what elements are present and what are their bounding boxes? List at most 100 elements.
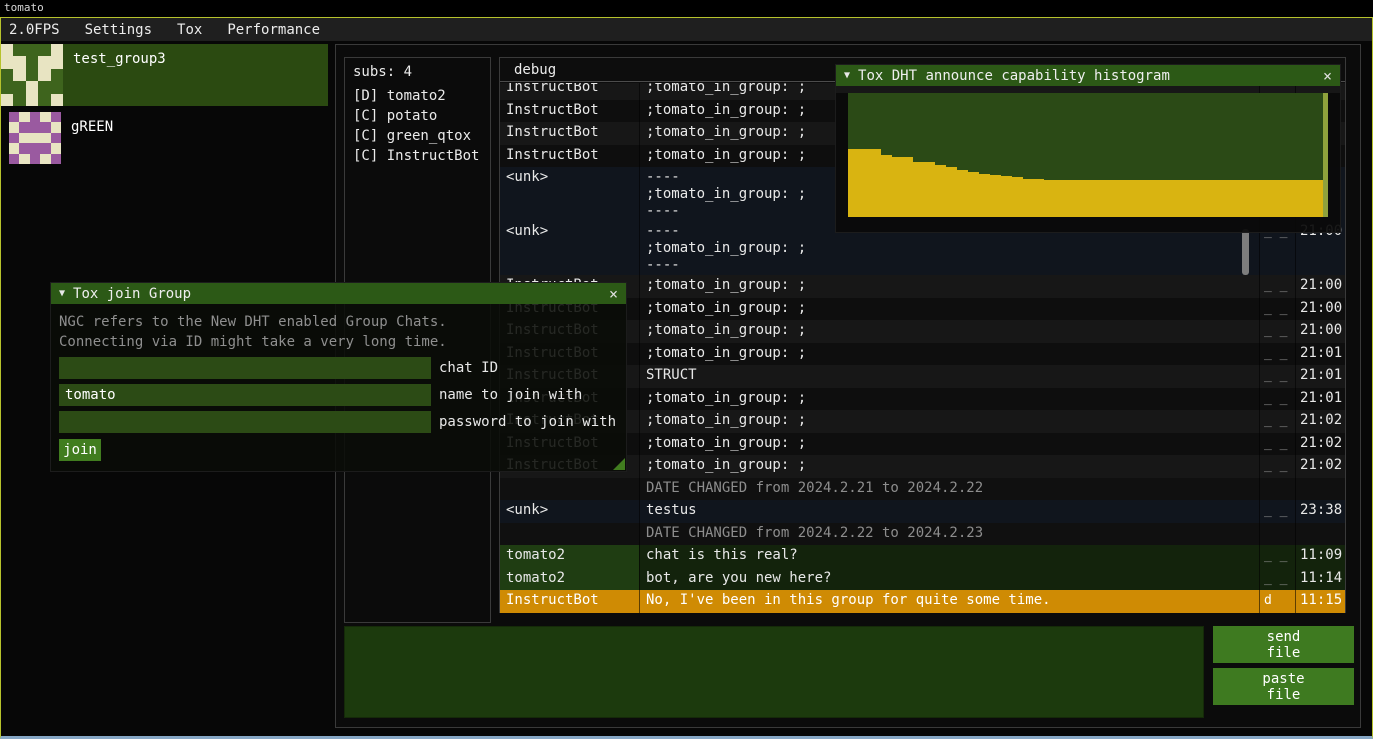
- menu-bar: 2.0FPSSettingsToxPerformance: [1, 18, 1372, 41]
- histogram-bar: [859, 149, 870, 217]
- collapse-icon[interactable]: ▼: [59, 288, 65, 299]
- histogram-bar: [1197, 180, 1208, 217]
- histogram-bar: [1208, 180, 1219, 217]
- join-info-line-2: Connecting via ID might take a very long…: [59, 332, 618, 352]
- message-text: DATE CHANGED from 2024.2.21 to 2024.2.22: [639, 478, 1259, 501]
- histogram-bar: [1012, 177, 1023, 217]
- histogram-bar: [924, 162, 935, 217]
- histogram-bar: [881, 155, 892, 217]
- menu-item-settings[interactable]: Settings: [85, 19, 165, 41]
- paste-file-button[interactable]: paste file: [1213, 668, 1354, 705]
- window-title: tomato: [4, 1, 44, 14]
- histogram-bar: [1023, 179, 1034, 217]
- message-text: ;tomato_in_group: ;: [639, 455, 1259, 478]
- message-timestamp: 11:09: [1295, 545, 1345, 568]
- message-status-flags: _ _: [1259, 343, 1295, 366]
- message-status-flags: _ _: [1259, 410, 1295, 433]
- message-text: bot, are you new here?: [639, 568, 1259, 591]
- histogram-bar: [1055, 180, 1066, 217]
- message-sender: <unk>: [500, 167, 639, 221]
- menu-item-tox[interactable]: Tox: [177, 19, 215, 41]
- message-text: DATE CHANGED from 2024.2.22 to 2024.2.23: [639, 523, 1259, 546]
- app-window: tomato 2.0FPSSettingsToxPerformance test…: [0, 0, 1373, 739]
- histogram-bar: [1088, 180, 1099, 217]
- message-row[interactable]: <unk>testus_ _23:38: [500, 500, 1345, 523]
- histogram-bar: [1044, 180, 1055, 217]
- histogram-bar: [1230, 180, 1241, 217]
- message-sender: tomato2: [500, 568, 639, 591]
- join-name-input[interactable]: [59, 384, 431, 406]
- message-input[interactable]: [344, 626, 1204, 718]
- date-separator-row[interactable]: DATE CHANGED from 2024.2.21 to 2024.2.22: [500, 478, 1345, 501]
- histogram-bar: [870, 149, 881, 217]
- histogram-bar: [935, 165, 946, 217]
- message-sender: InstructBot: [500, 122, 639, 145]
- group-item-test_group3[interactable]: test_group3: [1, 44, 328, 106]
- histogram-bar: [1219, 180, 1230, 217]
- histogram-bar: [892, 157, 903, 217]
- histogram-bar: [990, 175, 1001, 217]
- histogram-bar: [1099, 180, 1110, 217]
- histogram-bar: [1110, 180, 1121, 217]
- date-separator-row[interactable]: DATE CHANGED from 2024.2.22 to 2024.2.23: [500, 523, 1345, 546]
- close-icon[interactable]: ×: [609, 285, 618, 303]
- member-item[interactable]: [C] green_qtox: [345, 126, 490, 146]
- message-timestamp: 23:38: [1295, 500, 1345, 523]
- resize-grip[interactable]: [613, 458, 625, 470]
- message-timestamp: 21:01: [1295, 365, 1345, 388]
- message-timestamp: 21:01: [1295, 343, 1345, 366]
- member-item[interactable]: [C] potato: [345, 106, 490, 126]
- message-sender: [500, 523, 639, 546]
- histogram-bar: [1164, 180, 1175, 217]
- histogram-bar: [903, 157, 914, 217]
- histogram-window-titlebar[interactable]: ▼ Tox DHT announce capability histogram …: [836, 65, 1340, 86]
- join-button[interactable]: join: [59, 439, 101, 461]
- message-timestamp: 21:02: [1295, 410, 1345, 433]
- tab-debug[interactable]: debug: [514, 62, 556, 78]
- message-row[interactable]: InstructBotNo, I've been in this group f…: [500, 590, 1345, 613]
- collapse-icon[interactable]: ▼: [844, 70, 850, 81]
- message-text: ;tomato_in_group: ;: [639, 320, 1259, 343]
- chat-scrollbar-thumb[interactable]: [1242, 229, 1249, 275]
- histogram-plot[interactable]: [848, 93, 1328, 217]
- message-status-flags: _ _: [1259, 365, 1295, 388]
- message-sender: <unk>: [500, 500, 639, 523]
- histogram-bar: [1252, 180, 1263, 217]
- join-window-titlebar[interactable]: ▼ Tox join Group ×: [51, 283, 626, 304]
- close-icon[interactable]: ×: [1323, 67, 1332, 85]
- window-titlebar[interactable]: tomato: [0, 0, 1373, 17]
- member-item[interactable]: [D] tomato2: [345, 86, 490, 106]
- join-name-label: name to join with: [439, 387, 582, 403]
- message-timestamp: 21:00: [1295, 320, 1345, 343]
- message-status-flags: [1259, 478, 1295, 501]
- message-text: No, I've been in this group for quite so…: [639, 590, 1259, 613]
- message-timestamp: 21:00: [1295, 298, 1345, 321]
- message-timestamp: 21:02: [1295, 455, 1345, 478]
- join-password-input[interactable]: [59, 411, 431, 433]
- histogram-bar: [946, 167, 957, 217]
- message-text: ;tomato_in_group: ;: [639, 388, 1259, 411]
- chat-id-input[interactable]: [59, 357, 431, 379]
- menu-item-performance[interactable]: Performance: [227, 19, 333, 41]
- message-status-flags: _ _: [1259, 388, 1295, 411]
- message-row[interactable]: tomato2bot, are you new here?_ _11:14: [500, 568, 1345, 591]
- member-item[interactable]: [C] InstructBot: [345, 146, 490, 166]
- histogram-bar: [1175, 180, 1186, 217]
- histogram-bar: [1186, 180, 1197, 217]
- message-sender: InstructBot: [500, 590, 639, 613]
- message-status-flags: _ _: [1259, 545, 1295, 568]
- message-status-flags: d: [1259, 590, 1295, 613]
- message-row[interactable]: tomato2chat is this real?_ _11:09: [500, 545, 1345, 568]
- message-timestamp: 21:02: [1295, 433, 1345, 456]
- histogram-bar: [848, 149, 859, 217]
- message-status-flags: _ _: [1259, 320, 1295, 343]
- group-item-gREEN[interactable]: gREEN: [1, 110, 328, 166]
- message-sender: <unk>: [500, 221, 639, 275]
- message-timestamp: 21:01: [1295, 388, 1345, 411]
- send-file-button[interactable]: send file: [1213, 626, 1354, 663]
- member-list: [D] tomato2[C] potato[C] green_qtox[C] I…: [345, 86, 490, 166]
- join-info-line-1: NGC refers to the New DHT enabled Group …: [59, 312, 618, 332]
- histogram-bar: [1273, 180, 1284, 217]
- message-status-flags: _ _: [1259, 298, 1295, 321]
- histogram-bar: [1284, 180, 1295, 217]
